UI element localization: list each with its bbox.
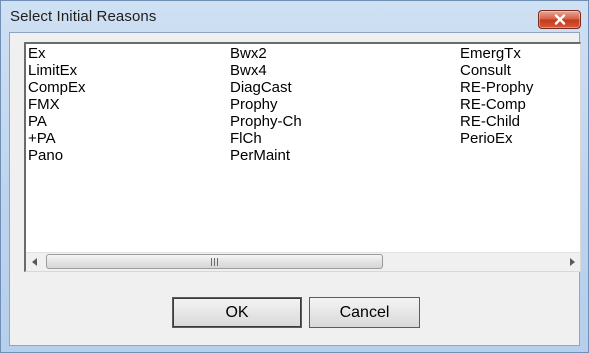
list-item-flch[interactable]: FlCh [230,130,450,147]
scroll-left-button[interactable] [26,253,43,271]
list-column-1: Ex LimitEx CompEx FMX PA +PA Pano [28,45,248,164]
list-item-diagcast[interactable]: DiagCast [230,79,450,96]
horizontal-scrollbar[interactable] [26,252,580,271]
dialog-window: Select Initial Reasons Ex LimitEx CompEx… [0,0,589,353]
list-item-pano[interactable]: Pano [28,147,248,164]
ok-button[interactable]: OK [172,297,302,328]
list-item-permaint[interactable]: PerMaint [230,147,450,164]
list-item-emergtx[interactable]: EmergTx [460,45,589,62]
list-item-re-prophy[interactable]: RE-Prophy [460,79,589,96]
list-column-2: Bwx2 Bwx4 DiagCast Prophy Prophy-Ch FlCh… [230,45,450,164]
list-item-prophy-ch[interactable]: Prophy-Ch [230,113,450,130]
list-item-prophy[interactable]: Prophy [230,96,450,113]
list-item-bwx4[interactable]: Bwx4 [230,62,450,79]
close-icon [554,14,566,25]
scroll-left-arrow-icon [31,253,38,271]
title-bar[interactable]: Select Initial Reasons [1,1,588,31]
list-item-perioex[interactable]: PerioEx [460,130,589,147]
reasons-listbox[interactable]: Ex LimitEx CompEx FMX PA +PA Pano Bwx2 B… [24,42,581,272]
listbox-columns: Ex LimitEx CompEx FMX PA +PA Pano Bwx2 B… [27,45,580,253]
close-button[interactable] [538,10,581,29]
grip-icon [211,257,218,266]
cancel-button[interactable]: Cancel [309,297,420,328]
list-item-consult[interactable]: Consult [460,62,589,79]
list-item-re-child[interactable]: RE-Child [460,113,589,130]
list-column-3: EmergTx Consult RE-Prophy RE-Comp RE-Chi… [460,45,589,147]
scrollbar-thumb[interactable] [46,254,383,269]
scroll-right-button[interactable] [563,253,580,271]
list-item-limitex[interactable]: LimitEx [28,62,248,79]
list-item-bwx2[interactable]: Bwx2 [230,45,450,62]
list-item-plus-pa[interactable]: +PA [28,130,248,147]
list-item-pa[interactable]: PA [28,113,248,130]
list-item-compex[interactable]: CompEx [28,79,248,96]
dialog-title: Select Initial Reasons [10,8,157,25]
scroll-right-arrow-icon [569,253,575,271]
list-item-fmx[interactable]: FMX [28,96,248,113]
list-item-re-comp[interactable]: RE-Comp [460,96,589,113]
list-item-ex[interactable]: Ex [28,45,248,62]
dialog-client-area: Ex LimitEx CompEx FMX PA +PA Pano Bwx2 B… [9,32,581,346]
